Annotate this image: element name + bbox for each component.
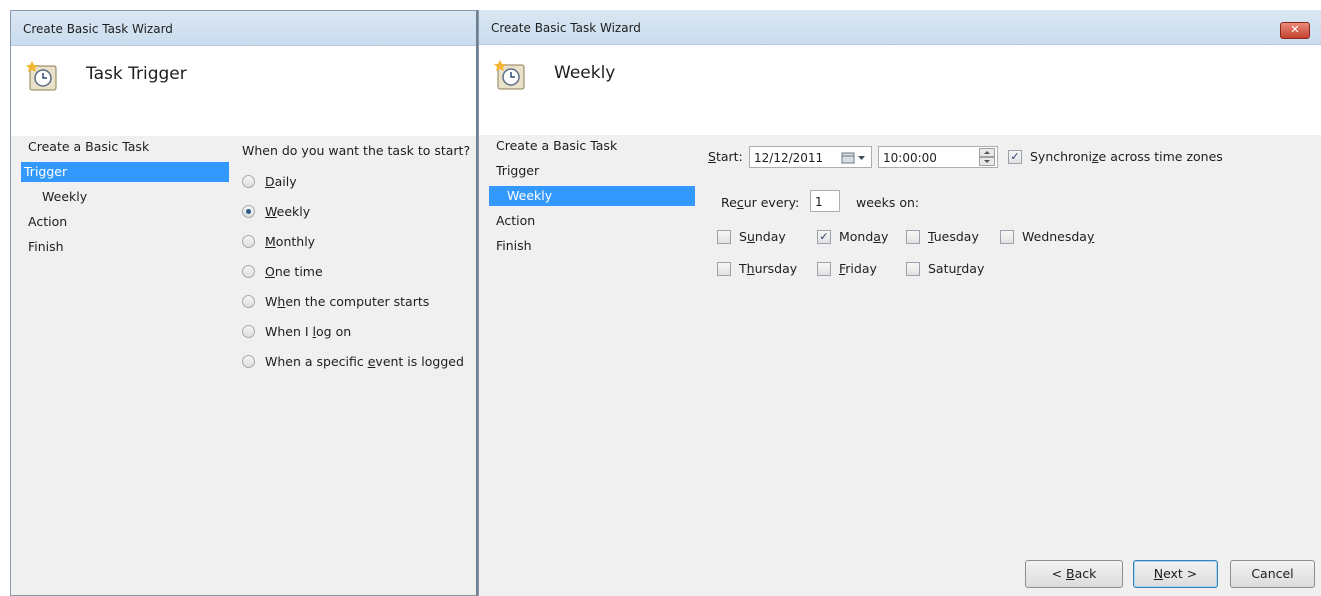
close-button[interactable]: ✕: [1280, 22, 1310, 39]
checkbox[interactable]: [717, 229, 731, 244]
right-window-title: Create Basic Task Wizard: [491, 21, 641, 35]
checkbox[interactable]: ✓: [1008, 149, 1022, 164]
radio-event-logged[interactable]: When a specific event is logged: [242, 352, 464, 372]
trigger-question: When do you want the task to start?: [242, 143, 471, 158]
start-date-value: 12/12/2011: [754, 151, 824, 165]
radio-monthly[interactable]: Monthly: [242, 232, 315, 252]
sync-time-zones-checkbox[interactable]: ✓ Synchronize across time zones: [1008, 147, 1223, 167]
nav-weekly[interactable]: Weekly: [489, 186, 695, 206]
radio-weekly[interactable]: Weekly: [242, 202, 310, 222]
radio-daily[interactable]: Daily: [242, 172, 297, 192]
radio-button[interactable]: [242, 235, 255, 248]
nav-create-basic-task[interactable]: Create a Basic Task: [25, 137, 149, 157]
checkbox[interactable]: ✓: [817, 229, 831, 244]
nav-action[interactable]: Action: [493, 211, 535, 231]
left-window-title: Create Basic Task Wizard: [23, 22, 173, 36]
cancel-button[interactable]: Cancel: [1230, 560, 1315, 588]
weeks-on-label: weeks on:: [856, 195, 920, 210]
nav-action[interactable]: Action: [25, 212, 67, 232]
recur-every-input[interactable]: 1: [810, 190, 840, 212]
checkbox-sunday[interactable]: Sunday: [717, 227, 786, 247]
recur-label: Recur every:: [721, 195, 800, 210]
right-title-bar: Create Basic Task Wizard ✕: [479, 10, 1321, 45]
radio-button[interactable]: [242, 295, 255, 308]
checkbox-thursday[interactable]: Thursday: [717, 259, 797, 279]
radio-button[interactable]: [242, 325, 255, 338]
checkbox[interactable]: [717, 261, 731, 276]
left-header-title: Task Trigger: [86, 64, 187, 84]
nav-trigger[interactable]: Trigger: [21, 162, 229, 182]
time-spinner-icon[interactable]: [979, 148, 995, 166]
task-scheduler-clock-icon: [494, 60, 525, 90]
checkbox[interactable]: [817, 261, 831, 276]
start-date-picker[interactable]: 12/12/2011: [749, 146, 872, 168]
task-scheduler-clock-icon: [26, 61, 57, 91]
checkbox[interactable]: [906, 229, 920, 244]
checkbox-saturday[interactable]: Saturday: [906, 259, 984, 279]
checkbox-wednesday[interactable]: Wednesday: [1000, 227, 1094, 247]
checkbox[interactable]: [906, 261, 920, 276]
left-wizard-window: Create Basic Task Wizard Task Trigger Cr…: [10, 10, 478, 596]
radio-button[interactable]: [242, 265, 255, 278]
right-wizard-window: Create Basic Task Wizard ✕ Weekly Create…: [478, 10, 1321, 596]
next-button[interactable]: Next >: [1133, 560, 1218, 588]
left-header: Task Trigger: [11, 46, 476, 136]
radio-one-time[interactable]: One time: [242, 262, 323, 282]
radio-button[interactable]: [242, 355, 255, 368]
radio-log-on[interactable]: When I log on: [242, 322, 351, 342]
back-button[interactable]: < Back: [1025, 560, 1123, 588]
nav-create-basic-task[interactable]: Create a Basic Task: [493, 136, 617, 156]
nav-trigger[interactable]: Trigger: [493, 161, 539, 181]
right-header: Weekly: [479, 45, 1321, 135]
nav-finish[interactable]: Finish: [493, 236, 532, 256]
checkbox-tuesday[interactable]: Tuesday: [906, 227, 979, 247]
nav-weekly[interactable]: Weekly: [39, 187, 87, 207]
checkbox-monday[interactable]: ✓ Monday: [817, 227, 888, 247]
start-label: Start:: [708, 149, 743, 164]
radio-button[interactable]: [242, 205, 255, 218]
nav-finish[interactable]: Finish: [25, 237, 64, 257]
radio-computer-starts[interactable]: When the computer starts: [242, 292, 429, 312]
left-title-bar: Create Basic Task Wizard: [11, 11, 476, 46]
calendar-dropdown-icon[interactable]: [841, 152, 867, 164]
start-time-field[interactable]: 10:00:00: [878, 146, 998, 168]
right-header-title: Weekly: [554, 63, 616, 83]
checkbox-friday[interactable]: Friday: [817, 259, 877, 279]
start-time-value: 10:00:00: [883, 151, 937, 165]
checkbox[interactable]: [1000, 229, 1014, 244]
radio-button[interactable]: [242, 175, 255, 188]
